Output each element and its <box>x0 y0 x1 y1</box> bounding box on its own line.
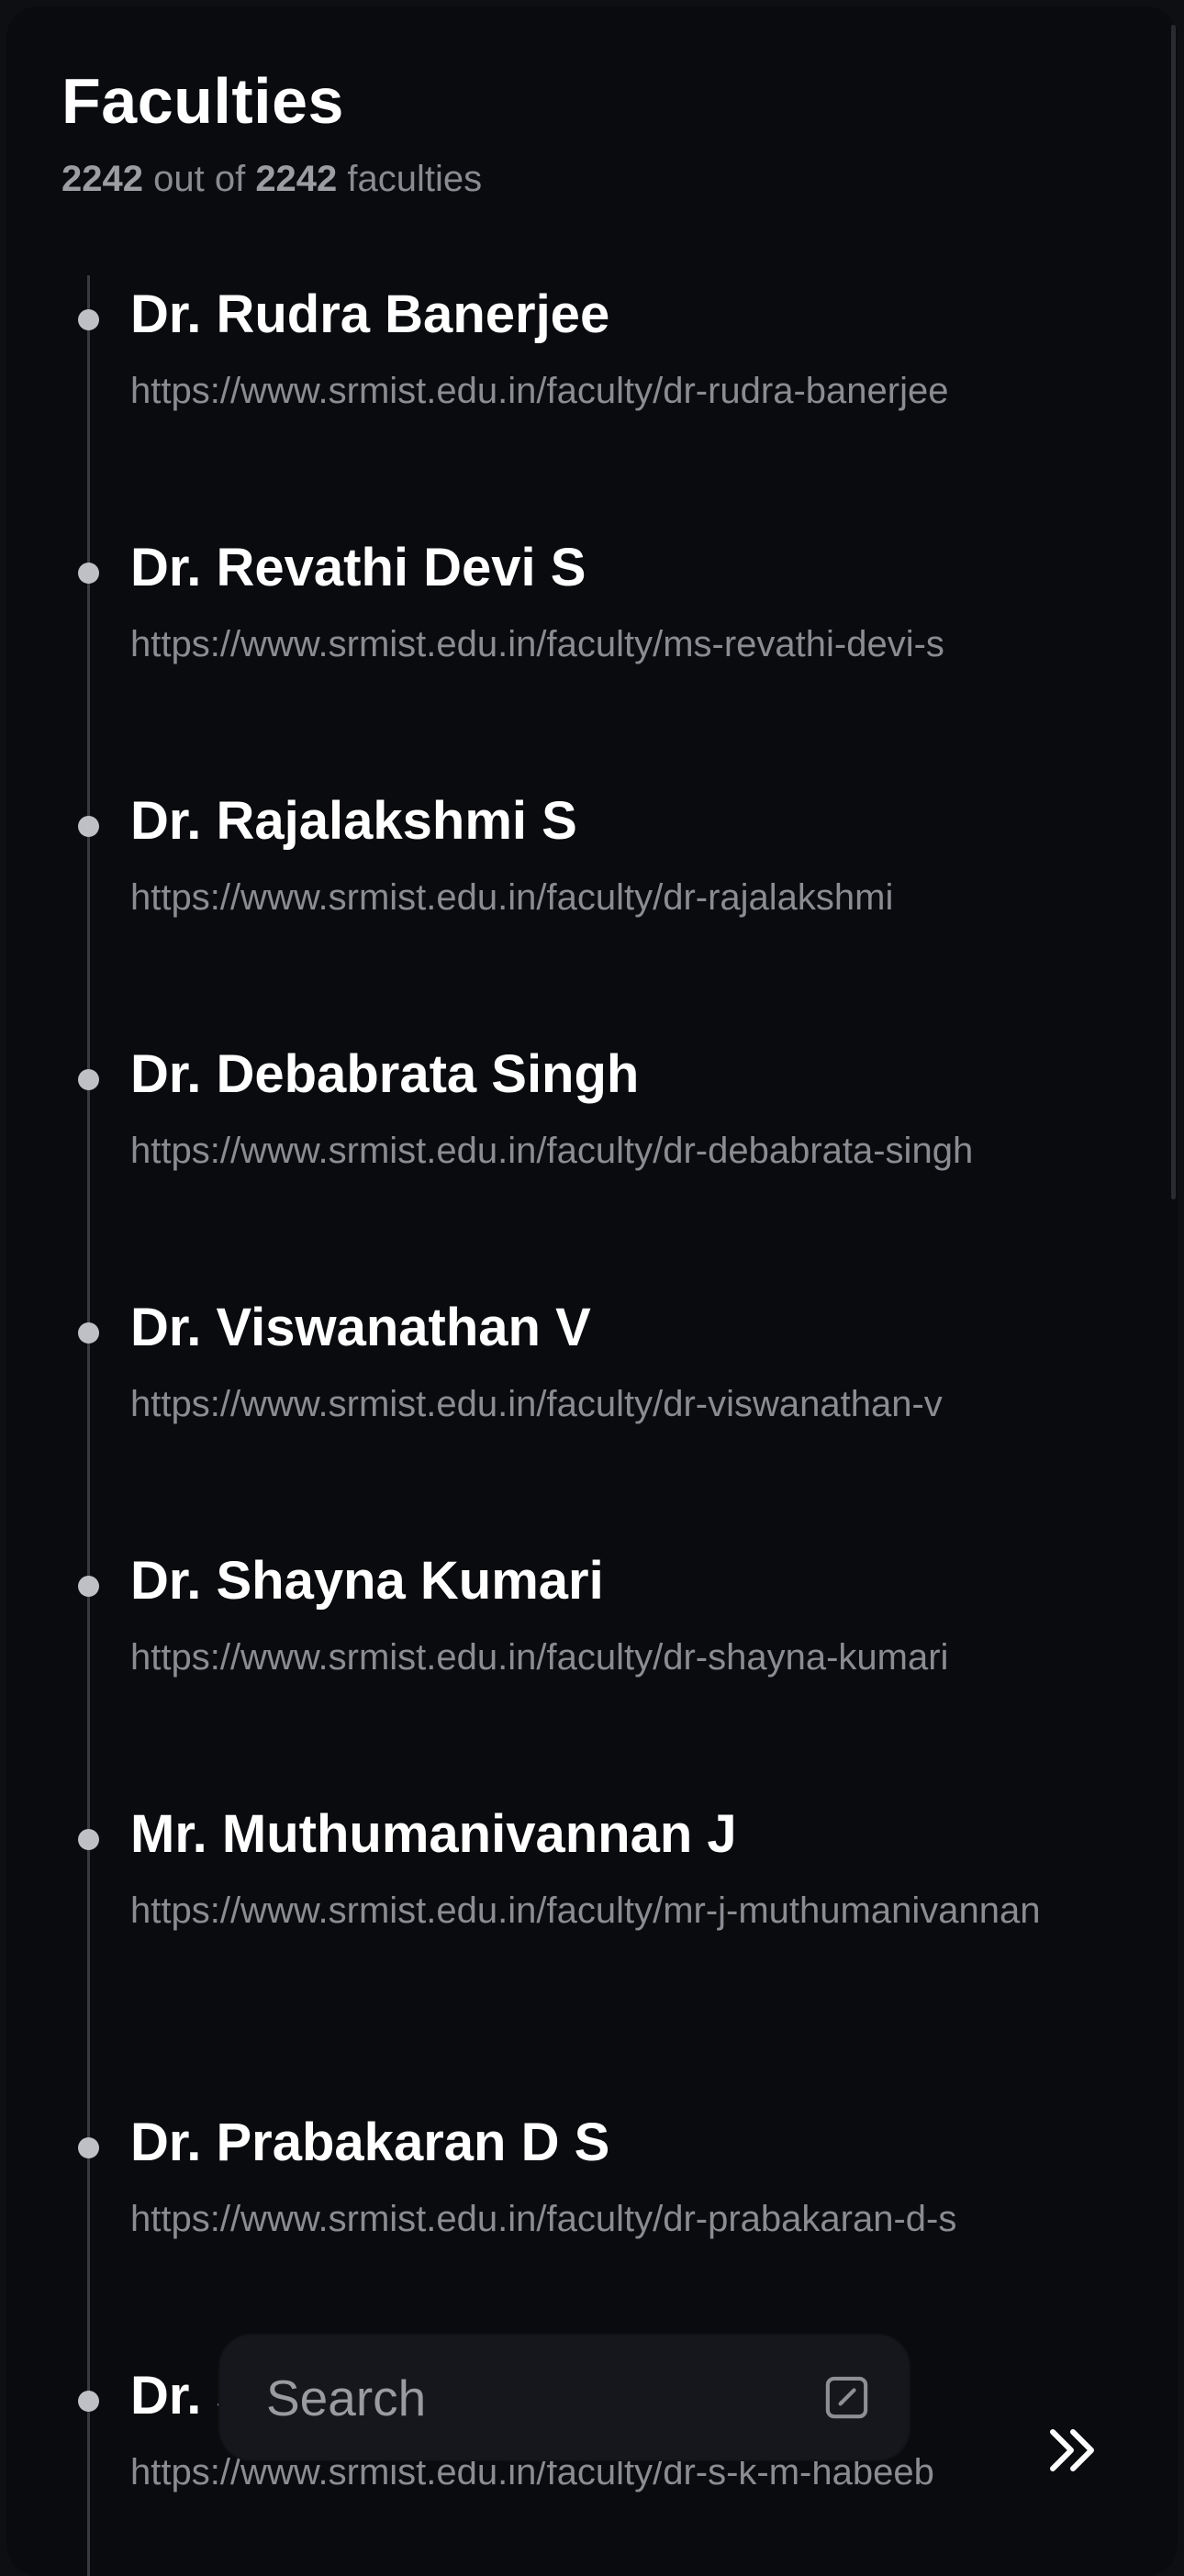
faculty-url[interactable]: https://www.srmist.edu.in/faculty/dr-vis… <box>130 1377 1103 1431</box>
timeline-dot <box>78 309 99 330</box>
timeline-dot <box>78 1576 99 1597</box>
faculties-panel: Faculties 2242 out of 2242 faculties Dr.… <box>6 6 1178 2576</box>
search-bar[interactable] <box>220 2336 909 2459</box>
shown-count: 2242 <box>61 159 143 199</box>
double-chevron-right-icon <box>1050 2429 1094 2471</box>
timeline-dot <box>78 1829 99 1850</box>
faculty-name[interactable]: Dr. Debabrata Singh <box>130 1042 639 1109</box>
faculty-name[interactable]: Dr. Prabakaran D S <box>130 2110 609 2177</box>
page-title: Faculties <box>61 65 344 137</box>
timeline-line <box>87 275 90 2576</box>
timeline-dot <box>78 563 99 584</box>
faculty-url[interactable]: https://www.srmist.edu.in/faculty/ms-rev… <box>130 618 1103 671</box>
edit-square-icon[interactable] <box>821 2372 872 2423</box>
timeline-dot <box>78 1069 99 1090</box>
next-page-button[interactable] <box>1037 2414 1111 2487</box>
timeline-dot <box>78 2391 99 2412</box>
count-unit: faculties <box>347 159 483 199</box>
faculty-url[interactable]: https://www.srmist.edu.in/faculty/dr-rud… <box>130 364 1103 418</box>
timeline-dot <box>78 1322 99 1344</box>
scrollbar[interactable] <box>1171 25 1176 1199</box>
faculty-count: 2242 out of 2242 faculties <box>61 161 482 197</box>
out-of-text: out of <box>153 159 246 199</box>
faculty-name[interactable]: Dr. Rudra Banerjee <box>130 282 609 349</box>
timeline-dot <box>78 2137 99 2158</box>
faculty-url[interactable]: https://www.srmist.edu.in/faculty/mr-j-m… <box>130 1884 1103 1937</box>
faculty-name[interactable]: Dr. Viswanathan V <box>130 1295 591 1362</box>
total-count: 2242 <box>255 159 338 199</box>
faculty-name[interactable]: Dr. Rajalakshmi S <box>130 788 577 855</box>
faculty-url[interactable]: https://www.srmist.edu.in/faculty/dr-sha… <box>130 1631 1103 1684</box>
faculty-name[interactable]: Dr. Revathi Devi S <box>130 535 586 602</box>
faculty-url[interactable]: https://www.srmist.edu.in/faculty/dr-pra… <box>130 2192 1103 2246</box>
search-input[interactable] <box>266 2363 780 2432</box>
faculty-name[interactable]: Mr. Muthumanivannan J <box>130 1801 737 1868</box>
timeline-dot <box>78 816 99 837</box>
faculty-url[interactable]: https://www.srmist.edu.in/faculty/dr-deb… <box>130 1124 1103 1177</box>
faculty-name[interactable]: Dr. Shayna Kumari <box>130 1548 604 1615</box>
faculty-url[interactable]: https://www.srmist.edu.in/faculty/dr-raj… <box>130 871 1103 924</box>
